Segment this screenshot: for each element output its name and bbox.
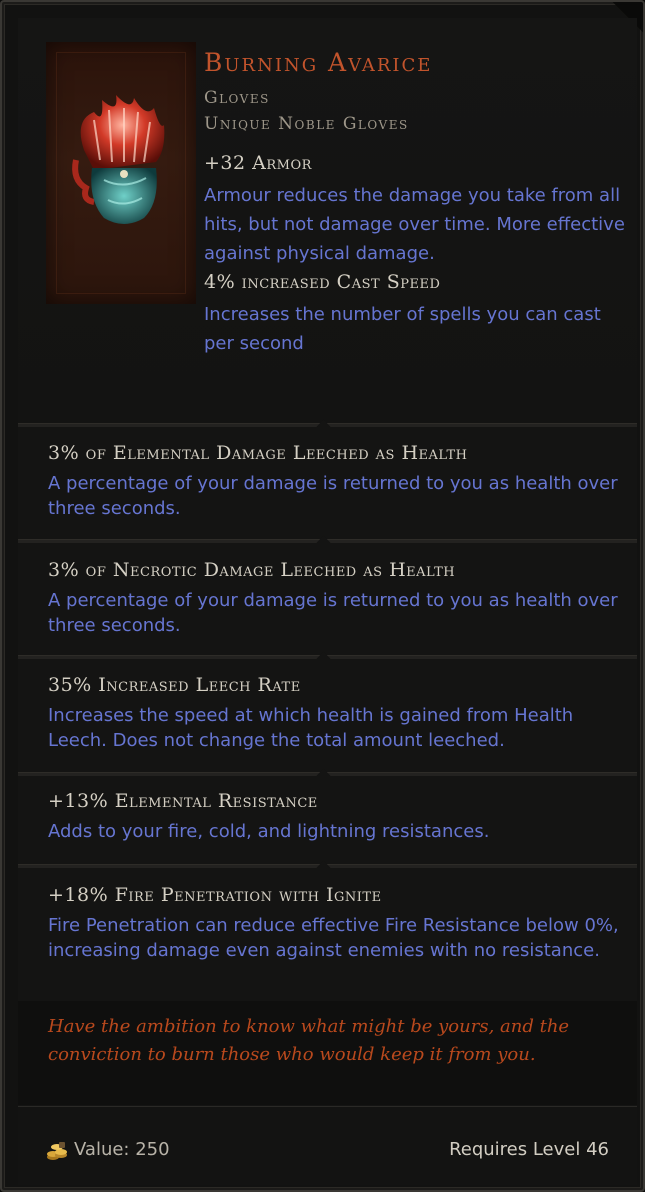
lore-text: Have the ambition to know what might be …	[48, 1016, 570, 1065]
affix-row: +13% Elemental Resistance Adds to your f…	[18, 776, 637, 864]
item-value: Value: 250	[74, 1139, 170, 1160]
affix-desc: A percentage of your damage is returned …	[48, 590, 618, 636]
implicit-desc-cast-speed: Increases the number of spells you can c…	[204, 304, 601, 354]
tooltip-body: Burning Avarice Gloves Unique Noble Glov…	[18, 18, 637, 1185]
item-slot: Gloves	[204, 88, 270, 108]
implicit-stat-armor: +32 Armor	[204, 152, 312, 174]
affix-stat: +18% Fire Penetration with Ignite	[48, 884, 382, 906]
affix-stat: +13% Elemental Resistance	[48, 790, 318, 812]
affix-stat: 3% of Necrotic Damage Leeched as Health	[48, 559, 456, 581]
affix-row: 35% Increased Leech Rate Increases the s…	[18, 659, 637, 771]
item-tooltip: Burning Avarice Gloves Unique Noble Glov…	[0, 0, 645, 1192]
affix-desc: Increases the speed at which health is g…	[48, 705, 574, 751]
item-base-type: Unique Noble Gloves	[204, 114, 409, 134]
implicit-desc-armor: Armour reduces the damage you take from …	[204, 185, 625, 264]
item-portrait	[46, 42, 196, 304]
lore-section: Have the ambition to know what might be …	[18, 1001, 637, 1105]
affix-desc: Adds to your fire, cold, and lightning r…	[48, 821, 490, 842]
item-header: Burning Avarice Gloves Unique Noble Glov…	[18, 18, 637, 423]
tooltip-footer: Value: 250 Requires Level 46	[18, 1106, 637, 1185]
affix-desc: A percentage of your damage is returned …	[48, 473, 618, 519]
gold-coins-icon	[47, 1142, 67, 1160]
item-name: Burning Avarice	[204, 48, 433, 77]
affix-stat: 35% Increased Leech Rate	[48, 674, 301, 696]
affix-row: +18% Fire Penetration with Ignite Fire P…	[18, 868, 637, 1000]
affix-stat: 3% of Elemental Damage Leeched as Health	[48, 442, 468, 464]
implicit-stat-cast-speed: 4% increased Cast Speed	[204, 271, 441, 293]
affix-row: 3% of Necrotic Damage Leeched as Health …	[18, 543, 637, 655]
affix-desc: Fire Penetration can reduce effective Fi…	[48, 915, 619, 961]
affix-row: 3% of Elemental Damage Leeched as Health…	[18, 427, 637, 537]
level-requirement: Requires Level 46	[449, 1139, 609, 1160]
flaming-gloves-icon	[72, 95, 165, 224]
